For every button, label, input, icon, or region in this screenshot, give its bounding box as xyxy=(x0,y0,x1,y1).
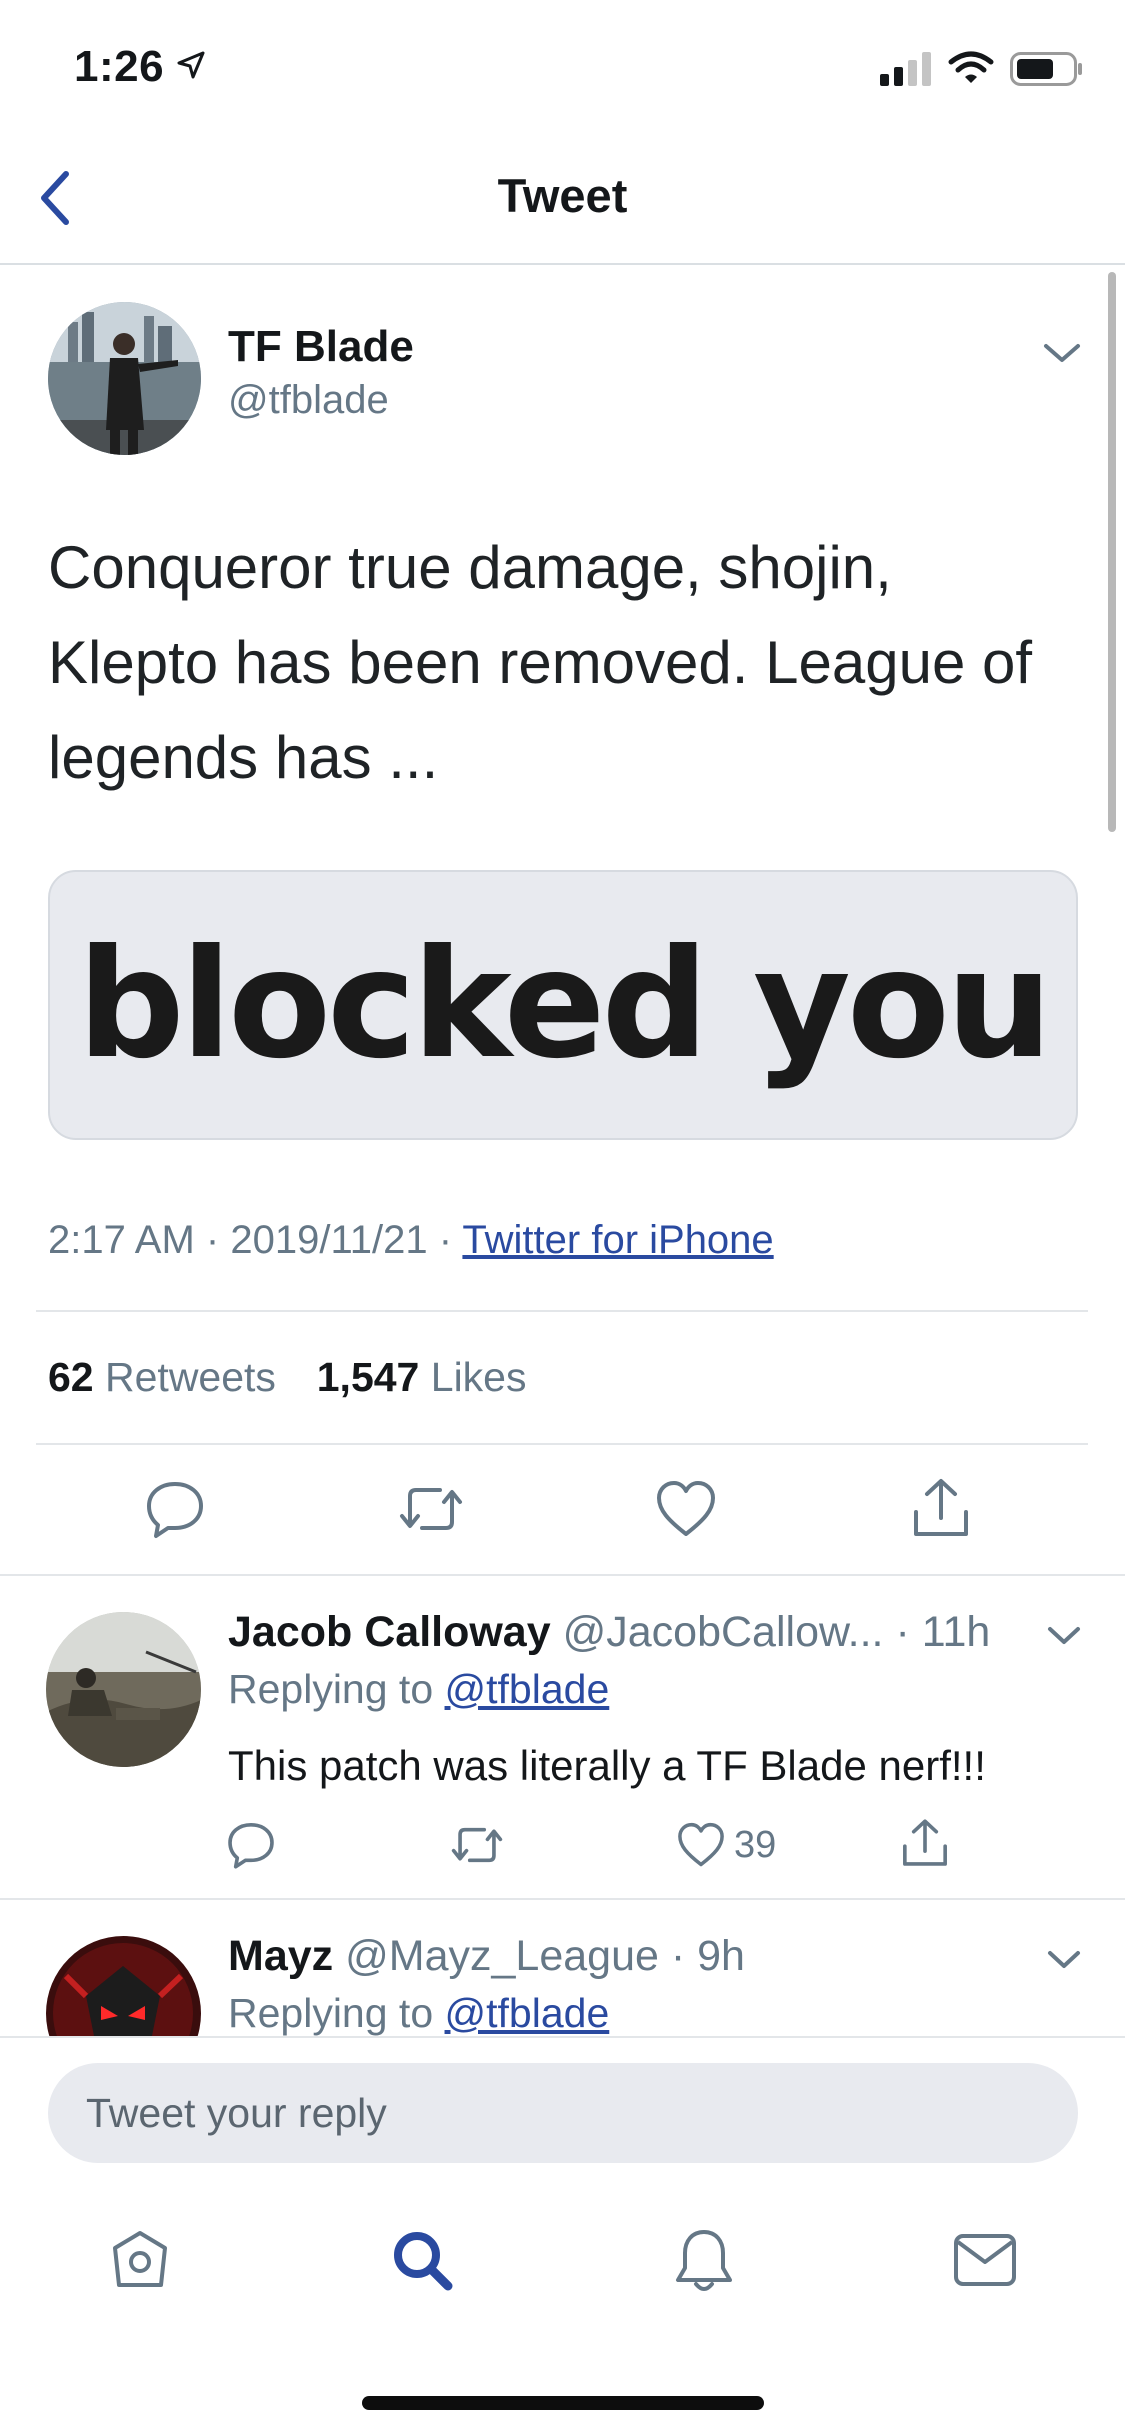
reply-like-button[interactable]: 39 xyxy=(676,1820,776,1870)
location-arrow-icon xyxy=(176,50,206,80)
retweet-icon xyxy=(396,1478,466,1540)
tweet-date: 2019/11/21 xyxy=(230,1218,428,1262)
home-indicator xyxy=(362,2396,764,2410)
tweet-time: 2:17 AM xyxy=(48,1218,195,1262)
chevron-down-icon xyxy=(1044,1946,1084,1974)
reply-icon xyxy=(226,1820,276,1870)
divider xyxy=(36,1310,1088,1312)
tweet-media-image[interactable]: blocked you xyxy=(48,870,1078,1140)
reply-button[interactable] xyxy=(144,1478,206,1540)
like-button[interactable] xyxy=(654,1478,718,1540)
reply-input[interactable] xyxy=(48,2063,1078,2163)
reply-retweet-button[interactable] xyxy=(448,1820,506,1870)
like-icon xyxy=(676,1820,726,1870)
reply-avatar[interactable] xyxy=(46,1612,201,1767)
share-button[interactable] xyxy=(910,1476,972,1540)
tweet-stats: 62 Retweets 1,547 Likes xyxy=(48,1354,526,1401)
share-icon xyxy=(910,1476,972,1540)
reply-author-name[interactable]: Mayz xyxy=(228,1932,333,1980)
retweets-stat[interactable]: 62 Retweets xyxy=(48,1354,276,1400)
reply-options-button[interactable] xyxy=(1044,1946,1084,1974)
search-icon xyxy=(390,2228,456,2294)
reply-author-name[interactable]: Jacob Calloway xyxy=(228,1608,551,1656)
likes-stat[interactable]: 1,547 Likes xyxy=(317,1354,527,1400)
tweet-options-button[interactable] xyxy=(1040,338,1084,368)
reply-tweet[interactable]: Jacob Calloway @JacobCallow... · 11h Rep… xyxy=(0,1576,1125,1898)
page-title: Tweet xyxy=(497,169,628,222)
meta-separator: · xyxy=(438,1218,453,1262)
replying-to-handle[interactable]: @tfblade xyxy=(445,1990,610,2036)
author-avatar[interactable] xyxy=(48,302,201,455)
divider xyxy=(36,1443,1088,1445)
like-icon xyxy=(654,1478,718,1540)
home-icon xyxy=(108,2228,172,2292)
meta-separator: · xyxy=(205,1218,220,1262)
retweets-count: 62 xyxy=(48,1354,94,1400)
tweet-text-line: Conqueror true damage, shojin, xyxy=(48,534,892,601)
nav-divider xyxy=(0,263,1125,265)
reply-header: Jacob Calloway @JacobCallow... · 11h xyxy=(228,1608,990,1657)
reply-tweet[interactable]: Mayz @Mayz_League · 9h Replying to @tfbl… xyxy=(0,1900,1125,2036)
status-time: 1:26 xyxy=(74,42,165,91)
reply-reply-button[interactable] xyxy=(226,1820,276,1870)
wifi-icon xyxy=(948,50,994,86)
scroll-indicator[interactable] xyxy=(1108,272,1116,832)
tweet-text-line: legends has ... xyxy=(48,724,439,791)
tab-search[interactable] xyxy=(390,2228,456,2294)
reply-time: · 11h xyxy=(895,1608,991,1656)
reply-options-button[interactable] xyxy=(1044,1622,1084,1650)
reply-share-button[interactable] xyxy=(900,1816,950,1870)
chevron-down-icon xyxy=(1044,1622,1084,1650)
reply-author-handle[interactable]: @Mayz_League xyxy=(345,1932,659,1980)
tab-home[interactable] xyxy=(108,2228,172,2292)
reply-text: This patch was literally a TF Blade nerf… xyxy=(228,1742,986,1789)
likes-count: 1,547 xyxy=(316,1354,420,1400)
retweets-label: Retweets xyxy=(105,1354,276,1400)
tweet-meta: 2:17 AM · 2019/11/21 · Twitter for iPhon… xyxy=(48,1218,774,1263)
tab-messages[interactable] xyxy=(952,2232,1018,2288)
tweet-text: Conqueror true damage, shojin, Klepto ha… xyxy=(48,520,1088,805)
reply-icon xyxy=(144,1478,206,1540)
replying-to-label: Replying to xyxy=(228,1666,434,1712)
retweet-button[interactable] xyxy=(396,1478,466,1540)
replying-to-label: Replying to xyxy=(228,1990,434,2036)
media-image-text: blocked you xyxy=(77,918,1052,1092)
tweet-text-line: Klepto has been removed. League of xyxy=(48,629,1033,696)
messages-icon xyxy=(952,2232,1018,2288)
notifications-icon xyxy=(672,2226,736,2296)
share-icon xyxy=(900,1816,950,1870)
reply-avatar[interactable] xyxy=(46,1936,201,2036)
replying-to: Replying to @tfblade xyxy=(228,1990,609,2036)
reply-like-count: 39 xyxy=(734,1823,777,1866)
author-name[interactable]: TF Blade xyxy=(228,322,414,372)
tab-notifications[interactable] xyxy=(672,2226,736,2296)
retweet-icon xyxy=(448,1820,506,1870)
reply-time: · 9h xyxy=(670,1932,745,1980)
replying-to-handle[interactable]: @tfblade xyxy=(445,1666,610,1712)
author-handle[interactable]: @tfblade xyxy=(228,378,389,423)
reply-author-handle[interactable]: @JacobCallow... xyxy=(563,1608,884,1656)
battery-icon xyxy=(1010,52,1084,86)
replying-to: Replying to @tfblade xyxy=(228,1666,609,1713)
likes-label: Likes xyxy=(430,1354,527,1400)
reply-header: Mayz @Mayz_League · 9h xyxy=(228,1932,745,1981)
signal-icon xyxy=(880,52,934,86)
tweet-source-link[interactable]: Twitter for iPhone xyxy=(462,1218,773,1262)
chevron-down-icon xyxy=(1040,338,1084,368)
status-bar: 1:26 xyxy=(0,0,1125,130)
